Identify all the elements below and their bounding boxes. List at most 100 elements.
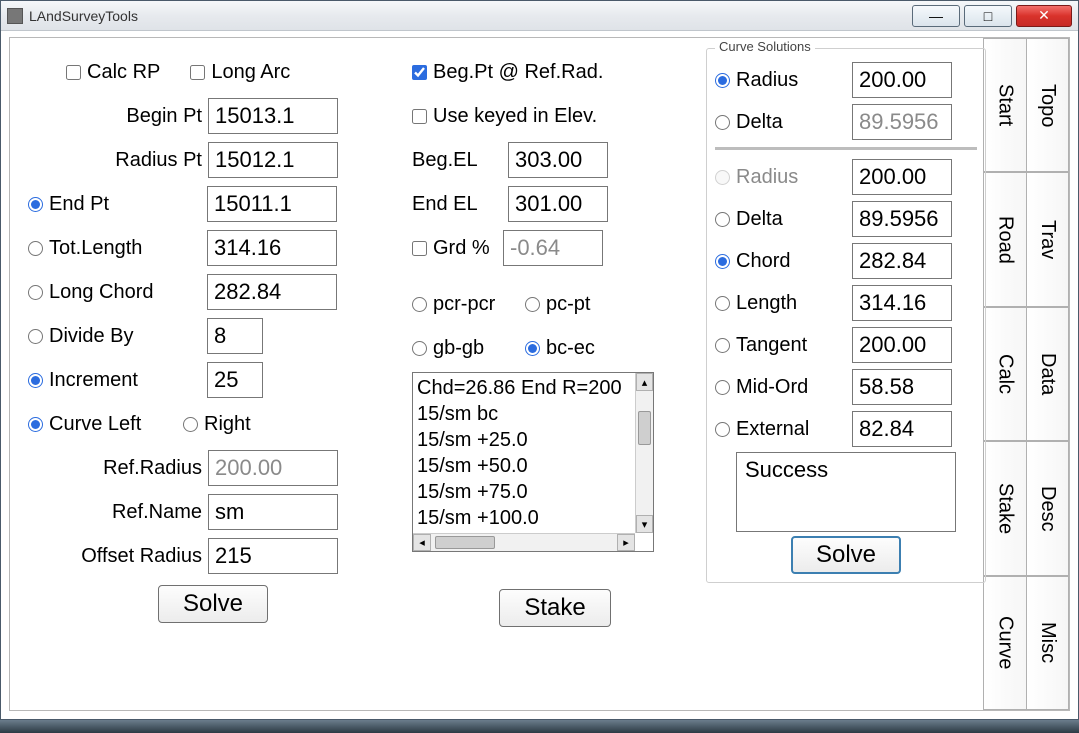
begin-pt-input[interactable] [208, 98, 338, 134]
end-pt-radio[interactable] [28, 197, 43, 212]
ref-name-input[interactable] [208, 494, 338, 530]
cs-chord-input[interactable] [852, 243, 952, 279]
curve-solutions-group: Curve Solutions Radius Delta Radius [706, 48, 986, 583]
tab-desc[interactable]: Desc [1026, 441, 1069, 575]
cs-external-radio[interactable] [715, 422, 730, 437]
solve-button-right[interactable]: Solve [791, 536, 901, 574]
cs-length-input[interactable] [852, 285, 952, 321]
cs-midord-radio[interactable] [715, 380, 730, 395]
maximize-button[interactable]: □ [964, 5, 1012, 27]
cs-radius1-input[interactable] [852, 62, 952, 98]
long-chord-input[interactable] [207, 274, 337, 310]
offset-radius-input[interactable] [208, 538, 338, 574]
tab-topo[interactable]: Topo [1026, 38, 1069, 172]
stake-list[interactable]: Chd=26.86 End R=200 15/sm bc 15/sm +25.0… [412, 372, 654, 552]
list-item[interactable]: 15/sm +75.0 [417, 479, 631, 505]
tab-start[interactable]: Start [983, 38, 1026, 172]
beg-pt-ref-rad-checkbox[interactable] [412, 65, 427, 80]
gb-gb-radio[interactable] [412, 341, 427, 356]
divide-by-input[interactable] [207, 318, 263, 354]
curve-right-label: Right [204, 413, 251, 436]
list-item[interactable]: 15/sm +50.0 [417, 453, 631, 479]
list-item[interactable]: 15/sm bc [417, 401, 631, 427]
cs-chord-radio[interactable] [715, 254, 730, 269]
cs-delta2-radio[interactable] [715, 212, 730, 227]
client-area: Start Road Calc Stake Curve Topo Trav Da… [9, 37, 1070, 711]
long-arc-label: Long Arc [211, 61, 290, 84]
minimize-button[interactable]: — [912, 5, 960, 27]
cs-radius2-radio [715, 170, 730, 185]
cs-tangent-input[interactable] [852, 327, 952, 363]
titlebar[interactable]: LAndSurveyTools — □ ✕ [1, 1, 1078, 31]
tab-data[interactable]: Data [1026, 307, 1069, 441]
tot-length-radio[interactable] [28, 241, 43, 256]
grd-pct-checkbox[interactable] [412, 241, 427, 256]
radius-pt-input[interactable] [208, 142, 338, 178]
taskbar[interactable] [0, 720, 1079, 733]
scroll-thumb-h[interactable] [435, 536, 495, 549]
grd-pct-input[interactable] [503, 230, 603, 266]
divide-by-radio[interactable] [28, 329, 43, 344]
list-horizontal-scrollbar[interactable]: ◂ ▸ [413, 533, 635, 551]
radius-pt-label: Radius Pt [28, 149, 208, 172]
scroll-thumb[interactable] [638, 411, 651, 445]
cs-tangent-label: Tangent [736, 334, 852, 357]
list-item[interactable]: Chd=26.86 End R=200 [417, 375, 631, 401]
calc-rp-checkbox[interactable] [66, 65, 81, 80]
close-button[interactable]: ✕ [1016, 5, 1072, 27]
tab-calc[interactable]: Calc [983, 307, 1026, 441]
use-keyed-elev-checkbox[interactable] [412, 109, 427, 124]
beg-el-label: Beg.EL [412, 149, 508, 172]
pcr-pcr-label: pcr-pcr [433, 293, 525, 316]
cs-external-label: External [736, 418, 852, 441]
curve-left-radio[interactable] [28, 417, 43, 432]
increment-label: Increment [49, 369, 207, 392]
long-chord-radio[interactable] [28, 285, 43, 300]
end-el-input[interactable] [508, 186, 608, 222]
beg-el-input[interactable] [508, 142, 608, 178]
curve-right-radio[interactable] [183, 417, 198, 432]
tab-curve[interactable]: Curve [983, 576, 1026, 710]
tot-length-input[interactable] [207, 230, 337, 266]
list-item[interactable]: 15/sm +25.0 [417, 427, 631, 453]
panel-middle: Beg.Pt @ Ref.Rad. Use keyed in Elev. Beg… [412, 48, 698, 698]
bc-ec-radio[interactable] [525, 341, 540, 356]
cs-tangent-radio[interactable] [715, 338, 730, 353]
long-arc-checkbox[interactable] [190, 65, 205, 80]
pc-pt-radio[interactable] [525, 297, 540, 312]
list-vertical-scrollbar[interactable]: ▴ ▾ [635, 373, 653, 533]
cs-radius2-input[interactable] [852, 159, 952, 195]
cs-delta1-radio[interactable] [715, 115, 730, 130]
tab-trav[interactable]: Trav [1026, 172, 1069, 306]
cs-delta1-input[interactable] [852, 104, 952, 140]
cs-external-input[interactable] [852, 411, 952, 447]
status-box: Success [736, 452, 956, 532]
tab-stake[interactable]: Stake [983, 441, 1026, 575]
status-text: Success [745, 457, 828, 482]
panel-left: Calc RP Long Arc Begin Pt Radius Pt End … [28, 48, 398, 698]
cs-radius1-label: Radius [736, 69, 852, 92]
window-title: LAndSurveyTools [29, 8, 908, 24]
end-pt-input[interactable] [207, 186, 337, 222]
solve-button-left[interactable]: Solve [158, 585, 268, 623]
cs-radius1-radio[interactable] [715, 73, 730, 88]
ref-radius-input[interactable] [208, 450, 338, 486]
cs-length-radio[interactable] [715, 296, 730, 311]
tab-road[interactable]: Road [983, 172, 1026, 306]
scroll-left-icon[interactable]: ◂ [413, 534, 431, 551]
scroll-right-icon[interactable]: ▸ [617, 534, 635, 551]
cs-delta2-input[interactable] [852, 201, 952, 237]
tab-misc[interactable]: Misc [1026, 576, 1069, 710]
gb-gb-label: gb-gb [433, 337, 525, 360]
list-item[interactable]: 15/sm +100.0 [417, 505, 631, 531]
scroll-up-icon[interactable]: ▴ [636, 373, 653, 391]
divide-by-label: Divide By [49, 325, 207, 348]
scroll-down-icon[interactable]: ▾ [636, 515, 653, 533]
cs-midord-input[interactable] [852, 369, 952, 405]
vertical-tabstrip: Start Road Calc Stake Curve Topo Trav Da… [983, 38, 1069, 710]
stake-button[interactable]: Stake [499, 589, 610, 627]
increment-input[interactable] [207, 362, 263, 398]
app-icon [7, 8, 23, 24]
pcr-pcr-radio[interactable] [412, 297, 427, 312]
increment-radio[interactable] [28, 373, 43, 388]
